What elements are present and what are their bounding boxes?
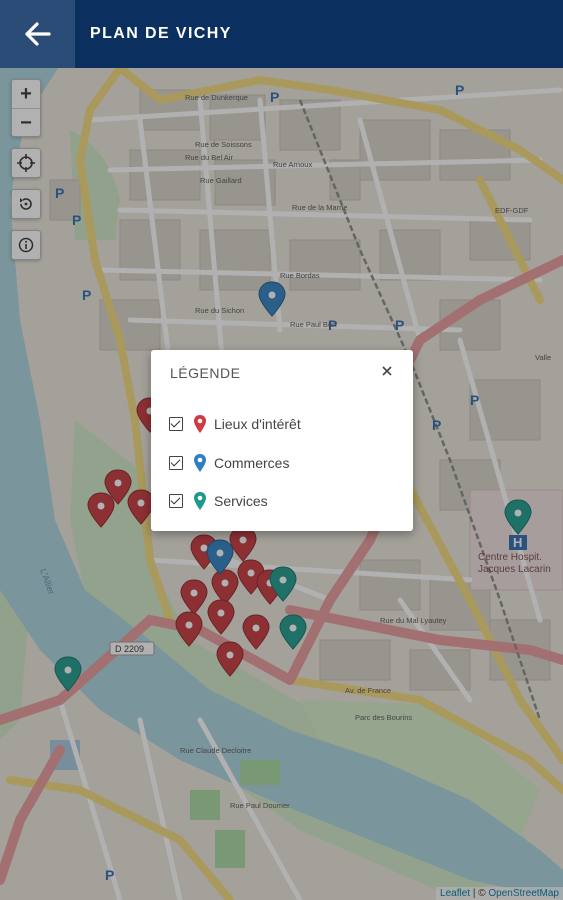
arrow-left-icon [24, 22, 51, 46]
legend-label-interest: Lieux d'intérêt [214, 416, 301, 432]
back-button[interactable] [0, 0, 75, 68]
legend-item-services[interactable]: Services [169, 490, 268, 512]
legend-title: LÉGENDE [170, 365, 241, 381]
legend-close-button[interactable] [377, 361, 397, 381]
marker-icon-blue [194, 454, 206, 472]
close-icon [382, 366, 392, 376]
legend-item-commerces[interactable]: Commerces [169, 452, 289, 474]
legend-label-commerces: Commerces [214, 455, 290, 471]
legend-item-interest[interactable]: Lieux d'intérêt [169, 413, 301, 435]
checkbox-commerces[interactable] [169, 456, 183, 470]
app-bar: PLAN DE VICHY [0, 0, 563, 68]
checkbox-interest[interactable] [169, 417, 183, 431]
checkbox-services[interactable] [169, 494, 183, 508]
legend-label-services: Services [214, 493, 268, 509]
marker-icon-teal [194, 492, 206, 510]
page-title: PLAN DE VICHY [90, 25, 232, 42]
marker-icon-red [194, 415, 206, 433]
legend-dialog: LÉGENDE Lieux d'intérêt Commerces Servic… [151, 350, 413, 531]
